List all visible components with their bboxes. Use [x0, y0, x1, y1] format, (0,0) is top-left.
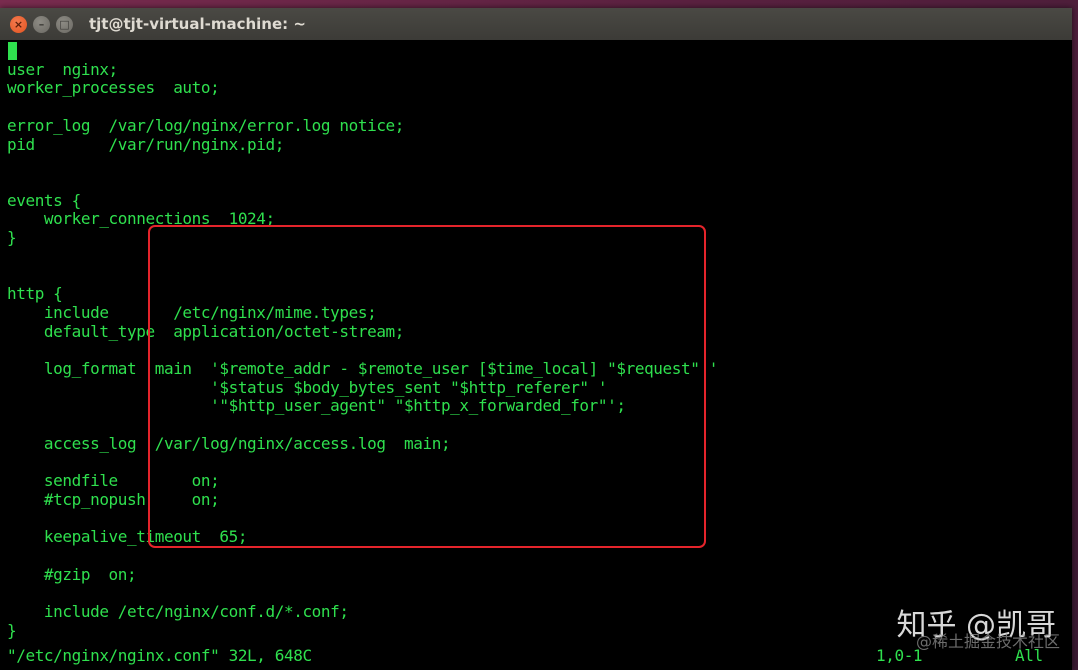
code-line: user nginx;: [7, 59, 118, 79]
close-icon: ×: [13, 17, 24, 31]
code-line: worker_processes auto;: [7, 78, 220, 98]
maximize-button[interactable]: □: [56, 15, 73, 33]
code-line: pid /var/run/nginx.pid;: [7, 134, 284, 154]
terminal-area[interactable]: user nginx; worker_processes auto; error_l…: [0, 40, 1072, 670]
status-file-info: "/etc/nginx/nginx.conf" 32L, 648C: [7, 646, 312, 665]
title-bar: × – □ tjt@tjt-virtual-machine: ~: [0, 8, 1072, 40]
terminal-window: × – □ tjt@tjt-virtual-machine: ~ user ng…: [0, 8, 1072, 670]
code-line: error_log /var/log/nginx/error.log notic…: [7, 115, 405, 135]
text-cursor: [8, 42, 17, 60]
annotation-box: [148, 225, 706, 548]
minimize-icon: –: [38, 17, 45, 31]
code-line: http {: [7, 284, 63, 304]
code-line: }: [7, 620, 17, 640]
maximize-icon: □: [59, 17, 70, 31]
code-line: events {: [7, 190, 81, 210]
code-line: }: [7, 228, 17, 247]
watermark-sub: @稀土掘金技术社区: [915, 632, 1060, 651]
minimize-button[interactable]: –: [33, 15, 50, 33]
window-title: tjt@tjt-virtual-machine: ~: [89, 15, 306, 33]
code-line: include /etc/nginx/conf.d/*.conf;: [7, 602, 349, 621]
close-button[interactable]: ×: [10, 15, 27, 33]
code-line: #gzip on;: [7, 564, 137, 584]
